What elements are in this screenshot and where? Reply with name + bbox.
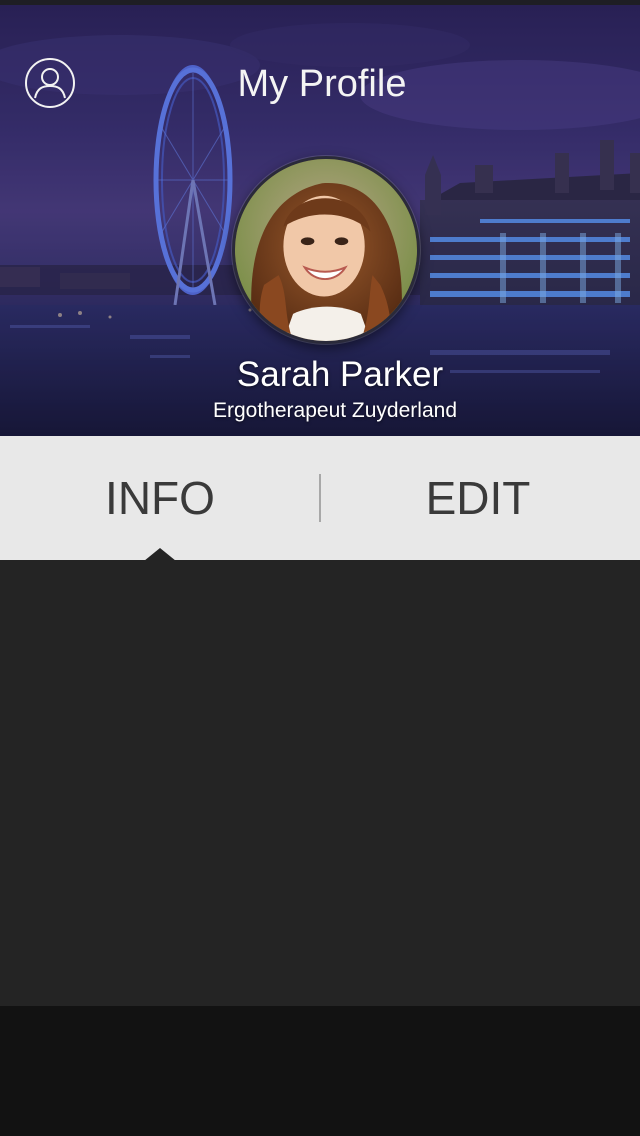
user-subtitle: Ergotherapeut Zuyderland <box>213 399 457 422</box>
profile-photo <box>235 159 417 341</box>
page-title: My Profile <box>237 63 407 105</box>
tab-content-panel <box>0 560 640 1006</box>
avatar[interactable] <box>232 156 420 344</box>
tab-edit[interactable]: EDIT <box>320 436 640 560</box>
tab-bar: INFO EDIT <box>0 436 640 560</box>
footer-area <box>0 1006 640 1136</box>
tab-info[interactable]: INFO <box>0 436 320 560</box>
profile-screen: My Profile Sarah Parker Ergotherapeut Zu… <box>0 0 640 1136</box>
user-name: Sarah Parker <box>236 355 444 394</box>
profile-header: My Profile Sarah Parker Ergotherapeut Zu… <box>0 5 640 436</box>
